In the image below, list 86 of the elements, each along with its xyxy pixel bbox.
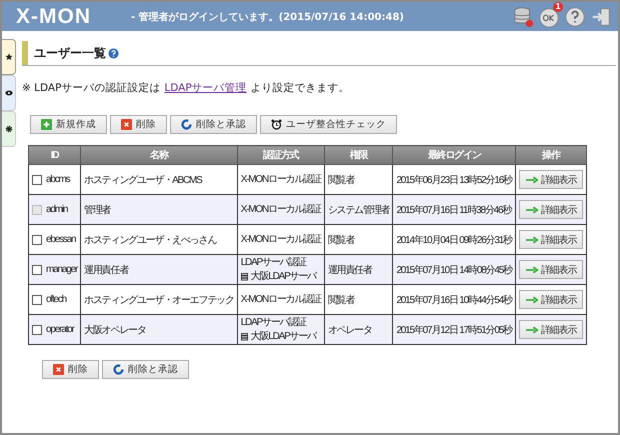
user-id: oftech [46, 294, 66, 305]
details-button[interactable]: 詳細表示 [518, 320, 584, 339]
title-accent-bar [22, 41, 28, 65]
arrow-right-icon [526, 326, 539, 334]
arrow-right-icon [526, 266, 539, 274]
auth-method: X-MONローカル認証 [240, 292, 321, 306]
user-name: ホスティングユーザ・ABCMS [84, 174, 202, 186]
column-header: 認証方式 [237, 146, 324, 164]
database-icon [240, 332, 248, 341]
gear-icon [4, 125, 12, 133]
plus-icon [41, 119, 52, 130]
side-tab[interactable] [2, 75, 16, 111]
user-name: 管理者 [84, 204, 110, 216]
arrow-right-icon [526, 236, 539, 244]
last-login: 2015年07月12日 17時51分05秒 [396, 324, 512, 336]
ldap-server-name: 大阪LDAPサーバ [250, 330, 316, 344]
column-header: 権限 [324, 146, 393, 164]
arrow-right-icon [526, 296, 539, 304]
details-button[interactable]: 詳細表示 [518, 290, 584, 309]
refresh-icon [113, 364, 124, 375]
row-checkbox[interactable] [32, 294, 42, 304]
toolbar-button[interactable]: 新規作成 [30, 115, 107, 134]
page-title: ユーザー一覧 [34, 44, 106, 62]
row-checkbox[interactable] [32, 324, 42, 334]
side-tab[interactable] [2, 39, 16, 75]
toolbar-button[interactable]: 削除と承認 [102, 360, 189, 379]
user-id: ebessan [46, 234, 76, 245]
logout-icon[interactable] [590, 6, 612, 28]
help-icon[interactable] [108, 48, 119, 58]
ldap-settings-link[interactable]: LDAPサーバ管理 [164, 81, 247, 95]
auth-method: LDAPサーバ認証 [240, 256, 308, 270]
notice-text: ※ LDAPサーバの認証設定は [22, 81, 160, 95]
help-icon[interactable] [564, 6, 586, 28]
row-checkbox[interactable] [32, 264, 42, 274]
user-name: ホスティングユーザ・オーエフテック [84, 294, 234, 306]
refresh-icon [181, 119, 192, 130]
user-id: manager [46, 264, 78, 275]
details-button[interactable]: 詳細表示 [518, 170, 584, 189]
details-button[interactable]: 詳細表示 [518, 230, 584, 249]
row-checkbox[interactable] [32, 234, 42, 244]
column-header: ID [28, 146, 81, 164]
toolbar-button[interactable]: ユーザ整合性チェック [260, 115, 397, 134]
delete-icon [53, 364, 64, 375]
ldap-server-name: 大阪LDAPサーバ [250, 270, 316, 284]
notice-text: より設定できます。 [250, 81, 350, 95]
role: 閲覧者 [328, 294, 354, 306]
arrow-right-icon [526, 176, 539, 184]
auth-method: X-MONローカル認証 [240, 232, 321, 246]
side-tab[interactable] [2, 111, 16, 147]
alert-badge: 1 [553, 2, 563, 12]
user-id: operator [46, 324, 74, 335]
last-login: 2015年07月10日 14時08分45秒 [396, 264, 512, 276]
row-checkbox[interactable] [32, 174, 42, 184]
arrow-right-icon [526, 206, 539, 214]
last-login: 2014年10月04日 09時26分31秒 [396, 234, 512, 246]
role: 閲覧者 [328, 234, 354, 246]
last-login: 2015年07月16日 10時44分54秒 [396, 294, 512, 306]
user-id: admin [46, 204, 68, 215]
details-button[interactable]: 詳細表示 [518, 260, 584, 279]
column-header: 操作 [515, 146, 587, 164]
auth-method: X-MONローカル認証 [240, 172, 321, 186]
auth-method: LDAPサーバ認証 [240, 316, 308, 330]
auth-method: X-MONローカル認証 [240, 202, 321, 216]
column-header: 名称 [80, 146, 238, 164]
database-icon [240, 272, 248, 281]
logo: X-MON [16, 4, 92, 28]
toolbar-button[interactable]: 削除 [110, 115, 167, 134]
delete-icon [121, 119, 132, 130]
login-message: - 管理者がログインしています。(2015/07/16 14:00:48) [131, 10, 404, 24]
column-header: 最終ログイン [392, 146, 516, 164]
role: オペレータ [328, 324, 372, 336]
eye-icon [4, 89, 12, 97]
role: 運用責任者 [328, 264, 372, 276]
alarm-clock-icon [271, 119, 282, 130]
role: 閲覧者 [328, 174, 354, 186]
user-name: ホスティングユーザ・えべっさん [84, 234, 216, 246]
user-id: abcms [46, 174, 70, 185]
user-name: 運用責任者 [84, 264, 128, 276]
toolbar-button[interactable]: 削除と承認 [170, 115, 257, 134]
star-icon [4, 53, 12, 61]
database-icon[interactable] [512, 6, 534, 28]
toolbar-button[interactable]: 削除 [42, 360, 99, 379]
last-login: 2015年06月23日 13時52分16秒 [396, 174, 512, 186]
last-login: 2015年07月16日 11時38分46秒 [396, 204, 512, 216]
user-name: 大阪オペレータ [84, 324, 146, 336]
role: システム管理者 [328, 204, 390, 216]
